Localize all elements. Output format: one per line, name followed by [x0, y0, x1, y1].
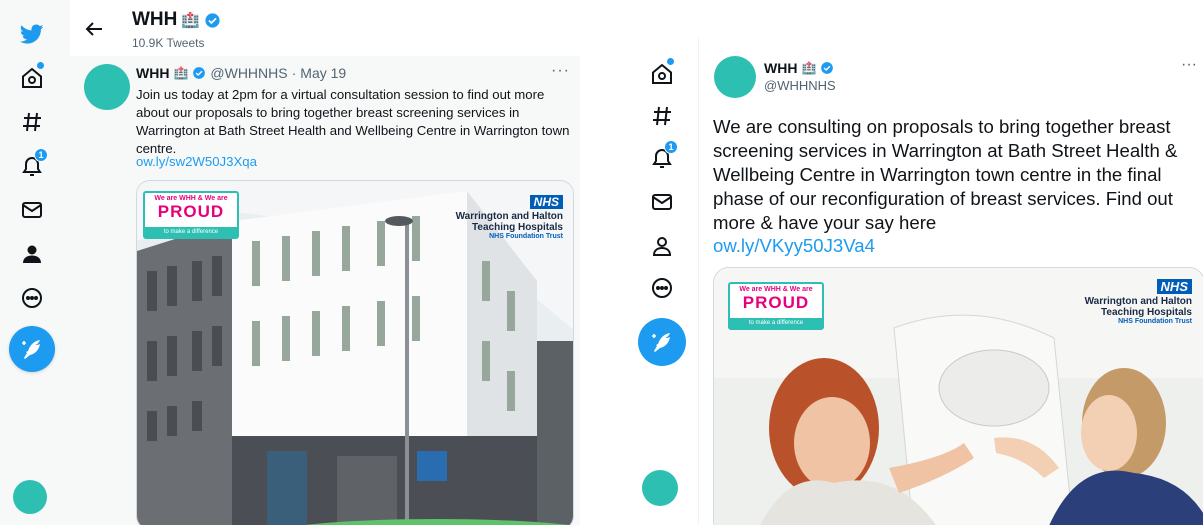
author-name[interactable]: WHH — [764, 60, 797, 76]
proud-bottom-text: to make a difference — [145, 227, 237, 237]
unread-dot — [667, 58, 674, 65]
trust-subtitle: NHS Foundation Trust — [489, 233, 563, 240]
left-nav-rail: 1 — [0, 0, 70, 525]
account-avatar[interactable] — [13, 480, 47, 514]
notifications-bell-icon[interactable]: 1 — [648, 140, 678, 172]
proud-top-text: We are WHH & We are — [154, 195, 228, 202]
trust-subtitle: NHS Foundation Trust — [1118, 318, 1192, 325]
tweet-image-screening[interactable]: We are WHH & We are PROUD to make a diff… — [713, 267, 1203, 525]
nhs-trust-logo: NHS Warrington and Halton Teaching Hospi… — [1085, 278, 1192, 325]
verified-badge-icon — [193, 67, 206, 79]
nhs-trust-logo: NHS Warrington and Halton Teaching Hospi… — [456, 193, 563, 240]
compose-tweet-icon — [22, 340, 40, 359]
notifications-badge: 1 — [664, 140, 678, 154]
verified-badge-icon — [821, 62, 834, 74]
tweet-card[interactable]: WHH 🏥 @WHHNHS · May 19 ··· Join us today… — [70, 56, 580, 525]
author-handle[interactable]: @WHHNHS — [210, 65, 287, 81]
right-screenshot: 1 WHH 🏥 @WHHNHS ··· We are consulting on… — [630, 0, 1203, 525]
tweet-more-button[interactable]: ··· — [551, 62, 570, 80]
author-name[interactable]: WHH — [136, 65, 169, 81]
proud-word: PROUD — [742, 293, 810, 312]
proud-word: PROUD — [157, 202, 225, 221]
twitter-bird-icon[interactable] — [18, 20, 46, 48]
tweet-text: Join us today at 2pm for a virtual consu… — [136, 87, 570, 156]
profile-icon[interactable] — [648, 232, 676, 260]
avatar[interactable] — [84, 64, 130, 110]
explore-hash-icon[interactable] — [648, 102, 676, 130]
tweet-more-button[interactable]: ··· — [1181, 56, 1197, 74]
tweet-date[interactable]: May 19 — [300, 65, 346, 81]
verified-badge-icon — [205, 12, 220, 28]
hospital-emoji-icon: 🏥 — [801, 61, 817, 75]
tweet-link[interactable]: ow.ly/VKyy50J3Va4 — [713, 235, 875, 257]
nhs-logo: NHS — [529, 195, 563, 209]
more-circle-icon[interactable] — [18, 284, 46, 312]
proud-badge: We are WHH & We are PROUD to make a diff… — [143, 191, 239, 239]
compose-tweet-button[interactable] — [638, 318, 686, 366]
compose-tweet-icon — [652, 333, 670, 352]
trust-name-line1: Warrington and Halton — [1084, 296, 1192, 307]
right-nav-rail: 1 — [630, 0, 698, 525]
explore-hash-icon[interactable] — [18, 108, 46, 136]
proud-bottom-text: to make a difference — [730, 318, 822, 328]
compose-tweet-button[interactable] — [9, 326, 55, 372]
left-screenshot: 1 WHH 🏥 10.9K Tweets WHH 🏥 @WHHNHS · May… — [0, 0, 585, 525]
header-name-text: WHH — [132, 9, 178, 30]
home-icon[interactable] — [648, 58, 676, 88]
nhs-logo: NHS — [1156, 279, 1192, 294]
separator: · — [291, 65, 297, 81]
profile-icon[interactable] — [18, 240, 46, 268]
hospital-emoji-icon: 🏥 — [173, 66, 189, 80]
tweet-author-line: WHH 🏥 @WHHNHS · May 19 — [136, 65, 346, 81]
more-circle-icon[interactable] — [648, 274, 676, 302]
profile-header: WHH 🏥 10.9K Tweets — [70, 0, 585, 56]
proud-top-text: We are WHH & We are — [739, 286, 813, 293]
home-icon[interactable] — [18, 62, 46, 92]
tweet-text: We are consulting on proposals to bring … — [713, 116, 1178, 233]
header-name: WHH 🏥 — [132, 9, 221, 31]
avatar[interactable] — [714, 56, 756, 98]
unread-dot — [37, 62, 44, 69]
notifications-badge: 1 — [34, 148, 48, 162]
proud-badge: We are WHH & We are PROUD to make a diff… — [728, 282, 824, 330]
messages-envelope-icon[interactable] — [648, 188, 676, 216]
trust-name-line2: Teaching Hospitals — [1101, 307, 1192, 318]
hospital-emoji-icon: 🏥 — [181, 12, 201, 29]
tweet-image-building[interactable]: We are WHH & We are PROUD to make a diff… — [136, 180, 574, 525]
author-handle[interactable]: @WHHNHS — [764, 78, 836, 93]
messages-envelope-icon[interactable] — [18, 196, 46, 224]
column-divider — [698, 38, 699, 525]
tweet-count: 10.9K Tweets — [132, 36, 205, 50]
tweet-link[interactable]: ow.ly/sw2W50J3Xqa — [136, 154, 257, 169]
trust-name-line1: Warrington and Halton — [455, 211, 563, 222]
notifications-bell-icon[interactable]: 1 — [18, 148, 48, 180]
tweet-author-name[interactable]: WHH 🏥 — [764, 60, 834, 76]
back-arrow-icon[interactable] — [82, 17, 106, 41]
trust-name-line2: Teaching Hospitals — [472, 222, 563, 233]
account-avatar[interactable] — [642, 470, 678, 506]
